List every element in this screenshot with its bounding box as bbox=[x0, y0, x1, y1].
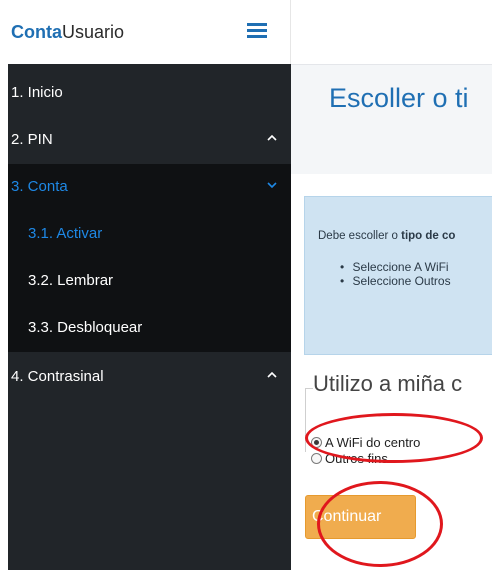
sidebar-subitem-desbloquear[interactable]: 3.3. Desbloquear bbox=[8, 305, 291, 352]
brand-header: ContaUsuario bbox=[0, 0, 291, 64]
list-item-bold: Outros bbox=[414, 274, 451, 288]
sidebar-item-contrasinal[interactable]: 4. Contrasinal bbox=[8, 354, 291, 401]
brand-strong: Conta bbox=[11, 22, 62, 42]
menu-toggle-icon[interactable] bbox=[247, 23, 267, 39]
info-text: Debe escoller o tipo de co bbox=[318, 230, 455, 242]
sidebar-subitem-activar[interactable]: 3.1. Activar bbox=[8, 211, 291, 258]
radio-wifi-centro[interactable]: A WiFi do centro bbox=[311, 434, 421, 450]
chevron-up-icon bbox=[265, 368, 279, 382]
info-list: Seleccione A WiFi Seleccione Outros bbox=[340, 260, 451, 288]
radio-label: Outros fins bbox=[325, 450, 388, 466]
app-logo[interactable]: ContaUsuario bbox=[11, 22, 124, 43]
list-item: Seleccione Outros bbox=[340, 274, 451, 288]
sidebar-subitem-lembrar[interactable]: 3.2. Lembrar bbox=[8, 258, 291, 305]
page-title: Escoller o ti bbox=[329, 83, 469, 113]
sidebar-subitem-label: 3.1. Activar bbox=[28, 225, 103, 242]
info-text-bold: tipo de co bbox=[401, 230, 456, 242]
brand-rest: Usuario bbox=[62, 22, 125, 42]
radio-button-checked[interactable] bbox=[311, 436, 322, 448]
sidebar-item-pin[interactable]: 2. PIN bbox=[8, 117, 291, 164]
radio-label: A WiFi do centro bbox=[325, 434, 421, 450]
fieldset-border bbox=[305, 388, 313, 389]
sidebar-item-label: 1. Inicio bbox=[11, 84, 63, 101]
chevron-up-icon bbox=[265, 131, 279, 145]
fieldset-border-left bbox=[305, 388, 306, 452]
info-box: Debe escoller o tipo de co Seleccione A … bbox=[304, 196, 492, 355]
sidebar-item-label: 2. PIN bbox=[11, 131, 53, 148]
radio-outros-fins[interactable]: Outros fins bbox=[311, 450, 388, 466]
menu-bar-2 bbox=[247, 29, 267, 32]
sidebar-subitem-label: 3.3. Desbloquear bbox=[28, 319, 143, 336]
sidebar-subitem-label: 3.2. Lembrar bbox=[28, 272, 114, 289]
list-item-bold: A WiFi bbox=[413, 260, 449, 274]
menu-bar-1 bbox=[247, 23, 267, 26]
menu-bar-3 bbox=[247, 35, 267, 38]
sidebar: 1. Inicio 2. PIN 3. Conta 3.1. Activar 3… bbox=[8, 64, 291, 570]
sidebar-item-label: 3. Conta bbox=[11, 178, 68, 195]
list-item: Seleccione A WiFi bbox=[340, 260, 451, 274]
radio-button[interactable] bbox=[311, 452, 322, 464]
main-content: Escoller o ti Debe escoller o tipo de co… bbox=[291, 0, 492, 570]
title-band: Escoller o ti bbox=[291, 64, 492, 174]
sidebar-item-conta[interactable]: 3. Conta bbox=[8, 164, 291, 211]
list-item-prefix: Seleccione bbox=[352, 260, 414, 274]
sidebar-item-label: 4. Contrasinal bbox=[11, 368, 104, 385]
list-item-prefix: Seleccione bbox=[352, 274, 415, 288]
continue-button[interactable]: Continuar bbox=[305, 495, 416, 539]
info-text-prefix: Debe escoller o bbox=[318, 230, 402, 242]
chevron-down-icon bbox=[265, 178, 279, 192]
sidebar-item-inicio[interactable]: 1. Inicio bbox=[8, 70, 291, 117]
fieldset-legend: Utilizo a miña c bbox=[313, 371, 463, 396]
